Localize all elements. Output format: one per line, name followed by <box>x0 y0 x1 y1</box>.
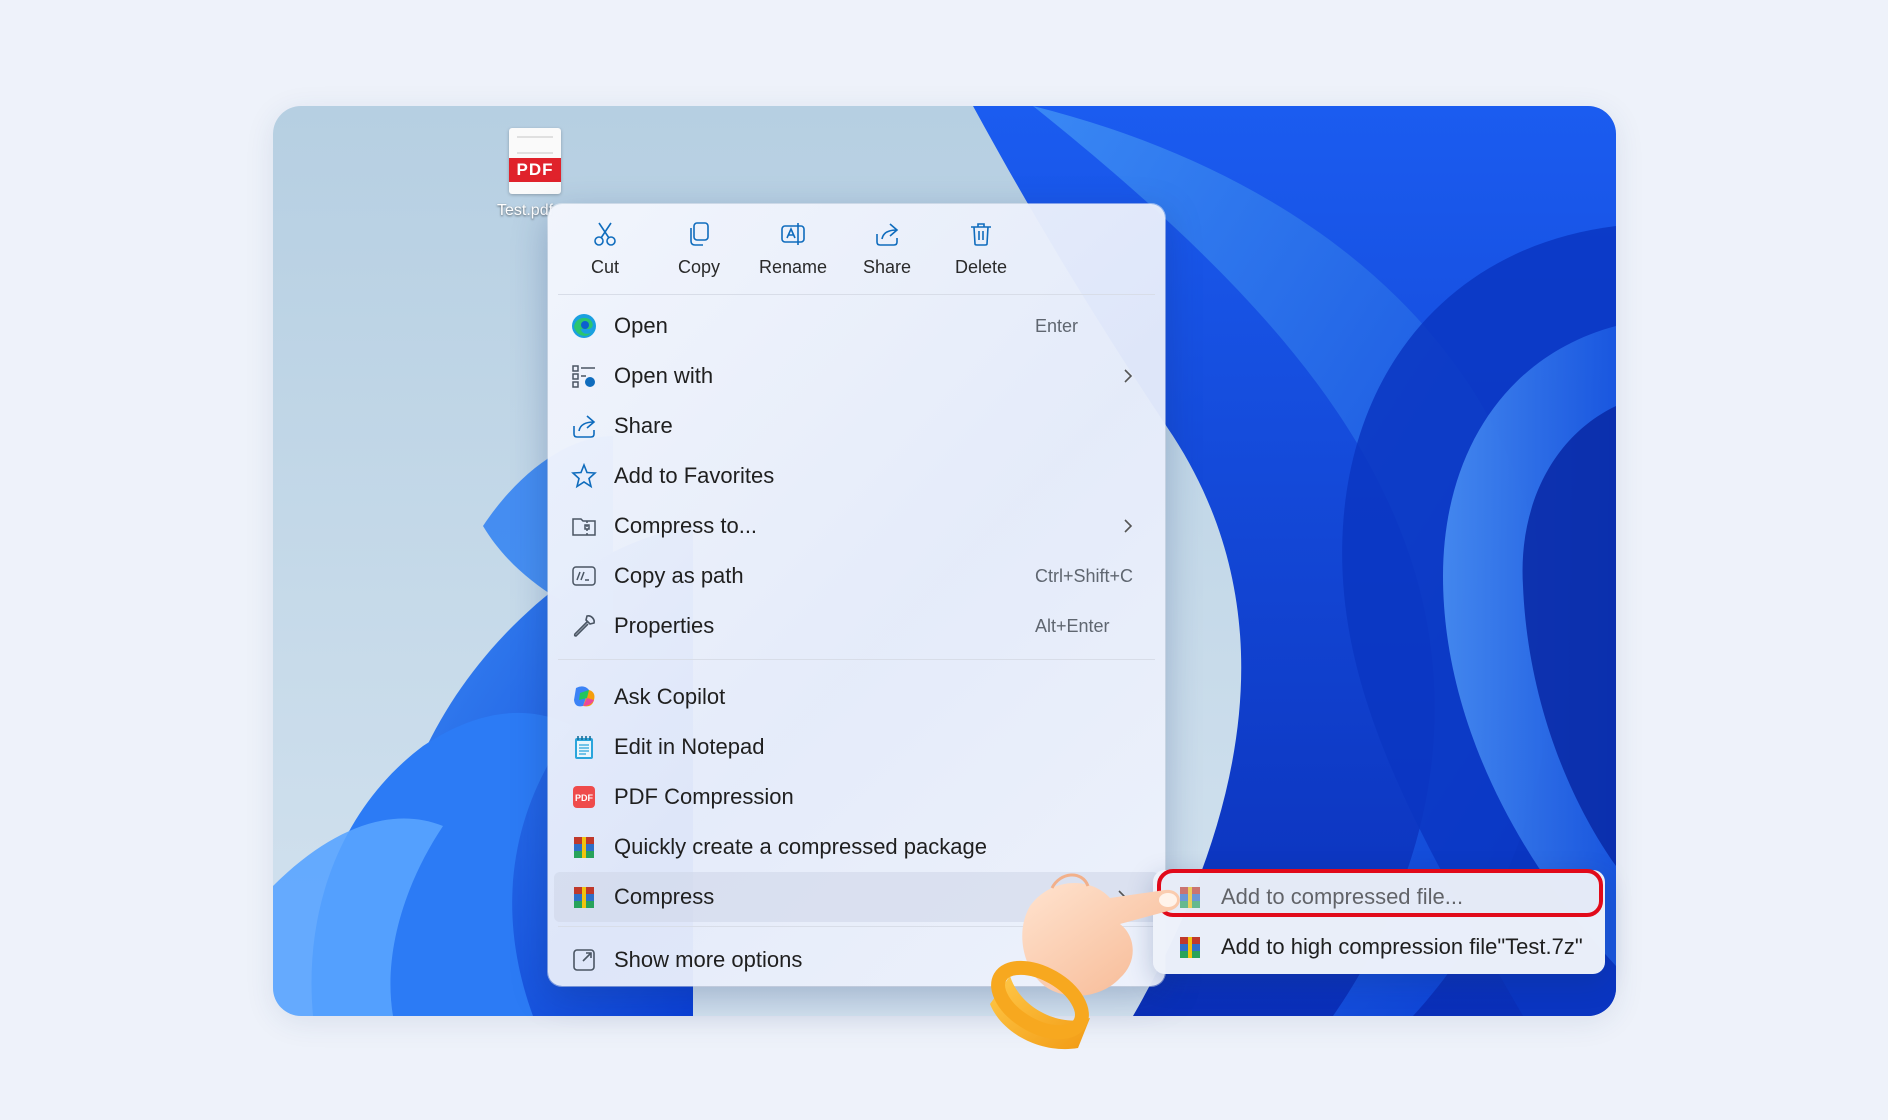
submenu-item-label: Add to high compression file"Test.7z" <box>1221 934 1583 959</box>
archive-icon <box>570 833 598 861</box>
pdf-badge: PDF <box>509 158 561 182</box>
menu-item-label: Add to Favorites <box>614 463 775 488</box>
quick-actions-bar: Cut Copy Rename Share Delete <box>548 204 1165 294</box>
cut-button[interactable]: Cut <box>558 204 652 294</box>
menu-item-label: Quickly create a compressed package <box>614 834 987 859</box>
menu-item-ask-copilot[interactable]: Ask Copilot <box>548 672 1165 722</box>
chevron-right-icon <box>1124 369 1133 383</box>
share-button[interactable]: Share <box>840 204 934 294</box>
menu-item-label: Open <box>614 313 668 338</box>
trash-icon <box>971 223 991 246</box>
menu-item-label: Share <box>614 413 673 438</box>
shortcut-text: Enter <box>1035 315 1079 336</box>
menu-item-label: Show more options <box>614 947 803 972</box>
delete-label: Delete <box>954 257 1008 277</box>
menu-item-compress-to[interactable]: Compress to... <box>548 501 1165 551</box>
archive-icon <box>570 883 598 911</box>
share-label: Share <box>862 257 912 277</box>
delete-button[interactable]: Delete <box>934 204 1028 294</box>
share-icon <box>876 223 899 246</box>
rename-icon <box>781 223 805 245</box>
menu-item-edit-in-notepad[interactable]: Edit in Notepad <box>548 722 1165 772</box>
copy-icon <box>690 222 709 246</box>
edge-icon <box>570 312 598 340</box>
path-icon <box>570 562 598 590</box>
svg-text:PDF: PDF <box>575 793 594 803</box>
shortcut-text: Ctrl+Shift+C <box>1035 565 1134 586</box>
rename-label: Rename <box>758 257 828 277</box>
pdf-icon: PDF <box>570 783 598 811</box>
copilot-icon <box>570 683 598 711</box>
pointing-hand-icon <box>990 873 1180 1050</box>
menu-item-share[interactable]: Share <box>548 401 1165 451</box>
menu-item-open[interactable]: Open Enter <box>548 301 1165 351</box>
more-options-icon <box>570 946 598 974</box>
menu-item-add-to-favorites[interactable]: Add to Favorites <box>548 451 1165 501</box>
menu-item-label: Open with <box>614 363 714 388</box>
menu-item-label: Edit in Notepad <box>614 734 765 759</box>
menu-item-pdf-compression[interactable]: PDF PDF Compression <box>548 772 1165 822</box>
cut-label: Cut <box>590 257 619 277</box>
notepad-icon <box>570 733 598 761</box>
submenu-item-add-to-high-compression[interactable]: Add to high compression file"Test.7z" <box>1153 922 1605 972</box>
highlight-outline <box>1157 869 1603 917</box>
zip-folder-icon <box>570 512 598 540</box>
rename-button[interactable]: Rename <box>746 204 840 294</box>
scissors-icon <box>594 222 616 246</box>
wrench-icon <box>570 612 598 640</box>
menu-item-label: PDF Compression <box>614 784 794 809</box>
menu-item-copy-as-path[interactable]: Copy as path Ctrl+Shift+C <box>548 551 1165 601</box>
open-with-icon <box>570 362 598 390</box>
pdf-file-icon: PDF <box>509 128 561 194</box>
menu-item-label: Ask Copilot <box>614 684 726 709</box>
menu-item-label: Compress <box>614 884 715 909</box>
menu-item-label: Properties <box>614 613 715 638</box>
menu-item-label: Copy as path <box>614 563 744 588</box>
menu-item-label: Compress to... <box>614 513 758 538</box>
menu-item-open-with[interactable]: Open with <box>548 351 1165 401</box>
share-icon <box>570 412 598 440</box>
chevron-right-icon <box>1124 519 1133 533</box>
copy-button[interactable]: Copy <box>652 204 746 294</box>
copy-label: Copy <box>677 257 721 277</box>
shortcut-text: Alt+Enter <box>1035 615 1110 636</box>
star-icon <box>570 462 598 490</box>
menu-item-properties[interactable]: Properties Alt+Enter <box>548 601 1165 651</box>
